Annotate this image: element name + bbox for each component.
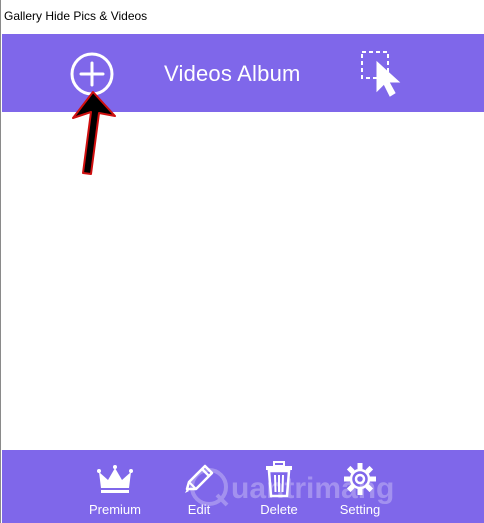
nav-label-edit: Edit (187, 502, 211, 517)
nav-setting[interactable]: Setting (318, 450, 402, 523)
nav-edit[interactable]: Edit (157, 450, 241, 523)
nav-delete[interactable]: Delete (237, 450, 321, 523)
app-window: Gallery Hide Pics & Videos Videos Album (0, 0, 484, 523)
pencil-icon (185, 464, 214, 493)
selection-cursor-icon (361, 51, 401, 97)
header-bar: Videos Album (2, 34, 484, 112)
gear-icon (344, 463, 376, 495)
window-title: Gallery Hide Pics & Videos (4, 9, 148, 23)
album-content-area (2, 112, 484, 450)
nav-premium[interactable]: Premium (73, 450, 157, 523)
plus-circle-icon (70, 52, 114, 96)
nav-label-setting: Setting (339, 502, 381, 517)
nav-label-delete: Delete (260, 502, 298, 517)
select-mode-button[interactable] (360, 48, 406, 98)
nav-label-premium: Premium (88, 502, 141, 517)
crown-icon (97, 465, 133, 493)
add-album-button[interactable] (70, 52, 114, 96)
bottom-navigation: Premium Edit Delete Setting (2, 450, 484, 523)
page-title: Videos Album (164, 61, 301, 86)
trash-icon (266, 461, 292, 498)
title-bar: Gallery Hide Pics & Videos (1, 0, 484, 34)
